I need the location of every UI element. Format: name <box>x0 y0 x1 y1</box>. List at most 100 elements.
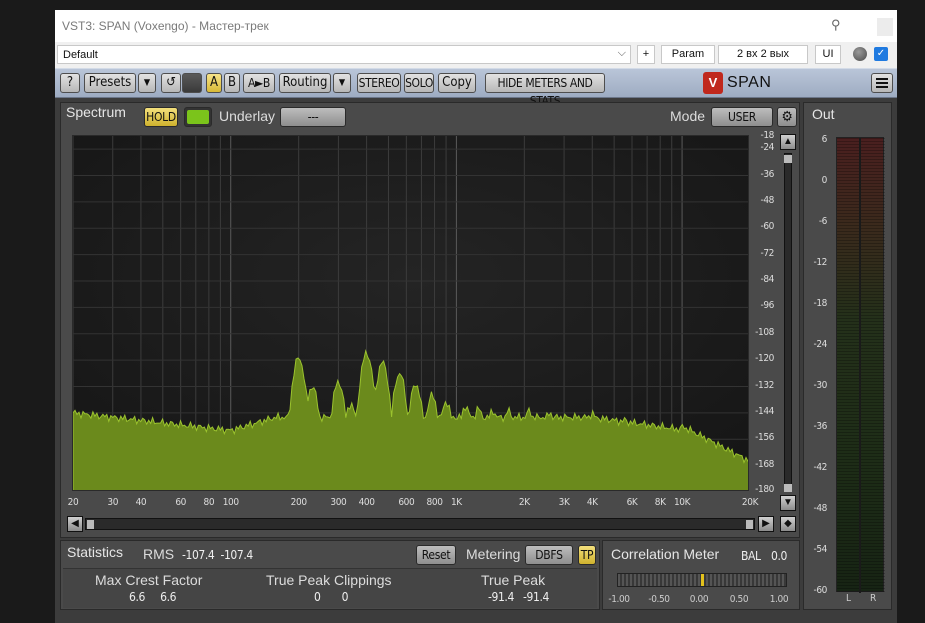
io-button[interactable]: 2 вх 2 вых <box>718 45 808 64</box>
out-title: Out <box>812 106 835 122</box>
out-meter-segments <box>837 138 885 593</box>
spectrum-title: Spectrum <box>66 104 126 120</box>
statistics-values-area: Max Crest Factor 6.6 6.6 True Peak Clipp… <box>63 568 597 608</box>
scroll-right-icon[interactable]: ▶ <box>758 516 774 532</box>
correlation-scale-label: -0.50 <box>648 594 670 605</box>
db-tick-label: -24 <box>760 142 775 154</box>
hold-button[interactable]: HOLD <box>144 107 178 127</box>
freq-tick-label: 1K <box>450 497 462 508</box>
reset-zoom-icon[interactable]: ◆ <box>780 516 796 532</box>
freq-tick-label: 200 <box>290 497 307 508</box>
voxengo-logo-icon: V <box>703 72 723 94</box>
undo-icon[interactable]: ↺ <box>161 73 181 93</box>
clippings-label: True Peak Clippings <box>266 572 392 588</box>
freq-tick-label: 100 <box>222 497 239 508</box>
spectrum-svg <box>73 136 748 490</box>
out-scale-label: -48 <box>813 503 828 514</box>
out-scale-label: -6 <box>818 216 828 227</box>
window-titlebar: VST3: SPAN (Voxengo) - Мастер-трек ⚲ <box>55 10 897 42</box>
ui-button[interactable]: UI <box>815 45 841 64</box>
underlay-select[interactable]: --- <box>280 107 346 127</box>
out-meter-divider <box>859 138 861 593</box>
db-tick-label: -84 <box>760 274 775 286</box>
db-scrollbar-top-thumb[interactable] <box>784 155 792 163</box>
help-button[interactable]: ? <box>60 73 80 93</box>
correlation-meter <box>617 573 787 587</box>
out-scale-label: -54 <box>813 544 828 555</box>
redo-icon[interactable] <box>182 73 202 93</box>
freq-tick-label: 20 <box>67 497 79 508</box>
clippings-values: 0 0 <box>314 590 349 604</box>
true-peak-values: -91.4 -91.4 <box>488 590 549 604</box>
metering-select[interactable]: DBFS <box>525 545 573 565</box>
underlay-label: Underlay <box>219 108 276 124</box>
db-tick-label: -168 <box>755 458 774 470</box>
stereo-button[interactable]: STEREO <box>357 73 401 93</box>
freq-scrollbar-left-thumb[interactable] <box>87 520 94 529</box>
param-button[interactable]: Param <box>661 45 715 64</box>
freq-tick-label: 20K <box>741 497 759 508</box>
crest-label: Max Crest Factor <box>95 572 203 588</box>
correlation-marker <box>701 574 704 586</box>
presets-dropdown-icon[interactable]: ▼ <box>138 73 156 93</box>
scroll-down-icon[interactable]: ▼ <box>780 495 796 511</box>
state-b-button[interactable]: B <box>224 73 240 93</box>
freq-tick-label: 10K <box>673 497 691 508</box>
correlation-panel: Correlation Meter BAL 0.0 -1.00 -0.50 0.00… <box>602 540 800 610</box>
menu-icon[interactable] <box>871 73 893 93</box>
db-tick-label: -60 <box>760 221 775 233</box>
correlation-scale-label: 0.50 <box>729 594 749 605</box>
db-scrollbar-track[interactable] <box>784 153 792 492</box>
freq-tick-label: 6K <box>626 497 638 508</box>
copy-button[interactable]: Copy <box>438 73 476 93</box>
presets-button[interactable]: Presets <box>84 73 136 93</box>
freq-scrollbar-track[interactable] <box>85 518 755 530</box>
db-tick-label: -180 <box>755 484 774 495</box>
routing-button[interactable]: Routing <box>279 73 331 93</box>
freq-tick-label: 300 <box>330 497 347 508</box>
out-scale-label: 6 <box>821 134 828 145</box>
out-scale-label: -12 <box>813 257 828 268</box>
freq-tick-label: 4K <box>586 497 598 508</box>
freq-scrollbar-right-thumb[interactable] <box>746 520 753 529</box>
freq-tick-label: 600 <box>398 497 415 508</box>
db-tick-label: -156 <box>755 432 774 444</box>
chevron-down-icon: ⌵ <box>617 47 626 59</box>
hide-meters-button[interactable]: HIDE METERS AND STATS <box>485 73 605 108</box>
spectrum-plot[interactable] <box>72 135 749 491</box>
logo-text: SPAN <box>727 74 772 91</box>
out-right-label: R <box>870 593 876 604</box>
scroll-left-icon[interactable]: ◀ <box>67 516 83 532</box>
gear-icon[interactable]: ⚙ <box>777 107 797 127</box>
scroll-up-icon[interactable]: ▲ <box>780 134 796 150</box>
db-tick-label: -36 <box>760 168 775 180</box>
wet-knob-icon[interactable] <box>853 47 867 61</box>
mode-select[interactable]: USER <box>711 107 773 127</box>
correlation-title: Correlation Meter <box>611 546 720 562</box>
freq-tick-label: 40 <box>135 497 147 508</box>
metering-label: Metering <box>466 546 521 562</box>
db-tick-label: -18 <box>760 130 775 141</box>
enable-checkbox[interactable]: ✓ <box>874 47 888 61</box>
reset-button[interactable]: Reset <box>416 545 456 565</box>
db-tick-label: -132 <box>755 379 774 391</box>
preset-select[interactable]: Default ⌵ <box>57 45 631 64</box>
pin-icon[interactable]: ⚲ <box>831 17 845 33</box>
true-peak-label: True Peak <box>481 572 546 588</box>
out-meter <box>836 137 885 593</box>
mode-label: Mode <box>670 108 706 124</box>
copy-a-to-b-button[interactable]: A►B <box>243 73 275 93</box>
db-tick-label: -72 <box>760 247 775 259</box>
routing-dropdown-icon[interactable]: ▼ <box>333 73 351 93</box>
db-scrollbar-bottom-thumb[interactable] <box>784 484 792 492</box>
host-preset-bar: Default ⌵ + Param 2 вх 2 вых UI ✓ <box>55 42 897 68</box>
freq-tick-label: 3K <box>558 497 570 508</box>
close-button[interactable] <box>877 18 893 36</box>
freq-tick-label: 400 <box>358 497 375 508</box>
state-a-button[interactable]: A <box>206 73 222 93</box>
solo-button[interactable]: SOLO <box>404 73 434 93</box>
out-left-label: L <box>846 593 851 604</box>
true-peak-button[interactable]: TP <box>578 545 596 565</box>
add-preset-button[interactable]: + <box>637 45 655 64</box>
hold-indicator-button[interactable] <box>184 107 212 127</box>
